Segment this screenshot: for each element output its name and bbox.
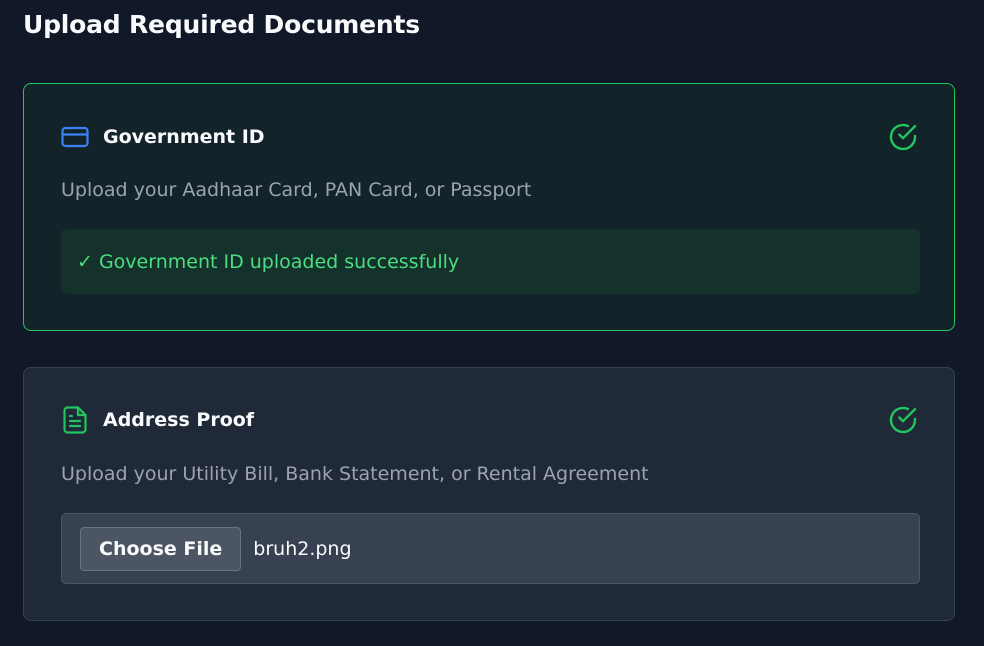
check-circle-icon <box>888 122 918 152</box>
card-header: Government ID <box>61 120 918 154</box>
card-header: Address Proof <box>61 403 918 437</box>
file-input[interactable]: Choose File bruh2.png <box>61 513 920 584</box>
upload-success-message: ✓ Government ID uploaded successfully <box>61 229 920 294</box>
choose-file-button[interactable]: Choose File <box>80 526 242 571</box>
card-description: Upload your Utility Bill, Bank Statement… <box>61 463 649 485</box>
government-id-card: Government ID Upload your Aadhaar Card, … <box>23 83 955 331</box>
card-title: Address Proof <box>103 409 255 431</box>
page-title: Upload Required Documents <box>23 10 420 39</box>
upload-documents-page: Upload Required Documents Government ID … <box>0 0 984 646</box>
card-title: Government ID <box>103 126 265 148</box>
check-circle-icon <box>888 405 918 435</box>
file-text-icon <box>61 406 89 434</box>
address-proof-card: Address Proof Upload your Utility Bill, … <box>23 367 955 621</box>
selected-file-name: bruh2.png <box>253 537 352 560</box>
card-description: Upload your Aadhaar Card, PAN Card, or P… <box>61 179 532 201</box>
credit-card-icon <box>61 123 89 151</box>
